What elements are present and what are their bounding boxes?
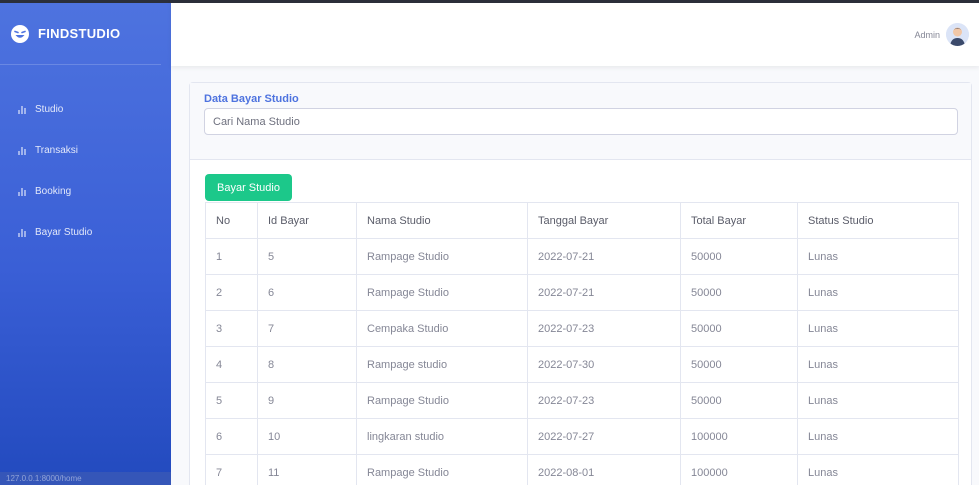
table-header-row: No Id Bayar Nama Studio Tanggal Bayar To… — [205, 202, 959, 239]
table-cell: 9 — [257, 382, 357, 419]
table-cell: Lunas — [797, 382, 959, 419]
table-row: 3 7 Cempaka Studio 2022-07-23 50000 Luna… — [205, 310, 959, 347]
table-cell: 2022-07-21 — [527, 238, 681, 275]
bar-chart-icon — [18, 146, 30, 155]
table-row: 1 5 Rampage Studio 2022-07-21 50000 Luna… — [205, 238, 959, 275]
table-cell: Lunas — [797, 454, 959, 485]
table-cell: Rampage Studio — [356, 382, 528, 419]
table-cell: 100000 — [680, 418, 798, 455]
table-cell: 2022-07-23 — [527, 310, 681, 347]
column-header: Total Bayar — [680, 202, 798, 239]
sidebar-item-bayar-studio[interactable]: Bayar Studio — [0, 212, 171, 253]
card-header: Data Bayar Studio — [190, 83, 971, 160]
sidebar-nav: Studio Transaksi Booking Bayar Studio — [0, 65, 171, 253]
sidebar: FINDSTUDIO Studio Transaksi Booking Baya… — [0, 0, 171, 485]
table-row: 4 8 Rampage studio 2022-07-30 50000 Luna… — [205, 346, 959, 383]
table-cell: 50000 — [680, 238, 798, 275]
page-title: Data Bayar Studio — [204, 93, 299, 105]
table-cell: Lunas — [797, 238, 959, 275]
table-cell: 4 — [205, 346, 258, 383]
payment-card: Data Bayar Studio Bayar Studio No Id Bay… — [189, 82, 972, 485]
table-cell: Lunas — [797, 418, 959, 455]
payment-table: No Id Bayar Nama Studio Tanggal Bayar To… — [205, 202, 959, 485]
status-bar-url: 127.0.0.1:8000/home — [0, 472, 171, 485]
table-cell: Rampage Studio — [356, 274, 528, 311]
table-cell: 2022-08-01 — [527, 454, 681, 485]
sidebar-item-label: Bayar Studio — [35, 227, 93, 238]
avatar[interactable] — [946, 23, 969, 46]
table-cell: 7 — [257, 310, 357, 347]
table-cell: 6 — [205, 418, 258, 455]
table-cell: 7 — [205, 454, 258, 485]
table-cell: 50000 — [680, 346, 798, 383]
table-cell: 50000 — [680, 274, 798, 311]
table-cell: Cempaka Studio — [356, 310, 528, 347]
table-cell: 2022-07-27 — [527, 418, 681, 455]
table-cell: Lunas — [797, 274, 959, 311]
table-cell: 5 — [257, 238, 357, 275]
sidebar-item-label: Transaksi — [35, 145, 78, 156]
table-cell: 2022-07-23 — [527, 382, 681, 419]
table-cell: 2022-07-21 — [527, 274, 681, 311]
search-input[interactable] — [204, 108, 958, 135]
sidebar-item-label: Booking — [35, 186, 72, 197]
laughing-face-icon — [11, 24, 29, 43]
table-cell: 50000 — [680, 310, 798, 347]
column-header: Status Studio — [797, 202, 959, 239]
table-cell: 1 — [205, 238, 258, 275]
table-row: 5 9 Rampage Studio 2022-07-23 50000 Luna… — [205, 382, 959, 419]
sidebar-item-transaksi[interactable]: Transaksi — [0, 130, 171, 171]
table-row: 6 10 lingkaran studio 2022-07-27 100000 … — [205, 418, 959, 455]
column-header: Tanggal Bayar — [527, 202, 681, 239]
bar-chart-icon — [18, 228, 30, 237]
table-cell: Rampage studio — [356, 346, 528, 383]
bar-chart-icon — [18, 187, 30, 196]
sidebar-item-label: Studio — [35, 104, 64, 115]
table-cell: 6 — [257, 274, 357, 311]
bar-chart-icon — [18, 105, 30, 114]
table-cell: 3 — [205, 310, 258, 347]
bayar-studio-button[interactable]: Bayar Studio — [205, 174, 292, 201]
table-cell: 5 — [205, 382, 258, 419]
table-cell: 10 — [257, 418, 357, 455]
table-cell: Rampage Studio — [356, 454, 528, 485]
table-row: 2 6 Rampage Studio 2022-07-21 50000 Luna… — [205, 274, 959, 311]
brand-name: FINDSTUDIO — [38, 26, 121, 41]
table-cell: Lunas — [797, 346, 959, 383]
table-cell: 2 — [205, 274, 258, 311]
column-header: Nama Studio — [356, 202, 528, 239]
user-name[interactable]: Admin — [914, 30, 940, 40]
column-header: No — [205, 202, 258, 239]
table-cell: 2022-07-30 — [527, 346, 681, 383]
sidebar-item-booking[interactable]: Booking — [0, 171, 171, 212]
column-header: Id Bayar — [257, 202, 357, 239]
table-cell: 100000 — [680, 454, 798, 485]
table-cell: lingkaran studio — [356, 418, 528, 455]
sidebar-item-studio[interactable]: Studio — [0, 89, 171, 130]
user-avatar-icon — [946, 23, 969, 46]
table-cell: 11 — [257, 454, 357, 485]
table-row: 7 11 Rampage Studio 2022-08-01 100000 Lu… — [205, 454, 959, 485]
table-cell: 50000 — [680, 382, 798, 419]
table-cell: 8 — [257, 346, 357, 383]
brand[interactable]: FINDSTUDIO — [0, 3, 161, 65]
topbar: Admin — [171, 0, 979, 66]
table-cell: Rampage Studio — [356, 238, 528, 275]
table-cell: Lunas — [797, 310, 959, 347]
